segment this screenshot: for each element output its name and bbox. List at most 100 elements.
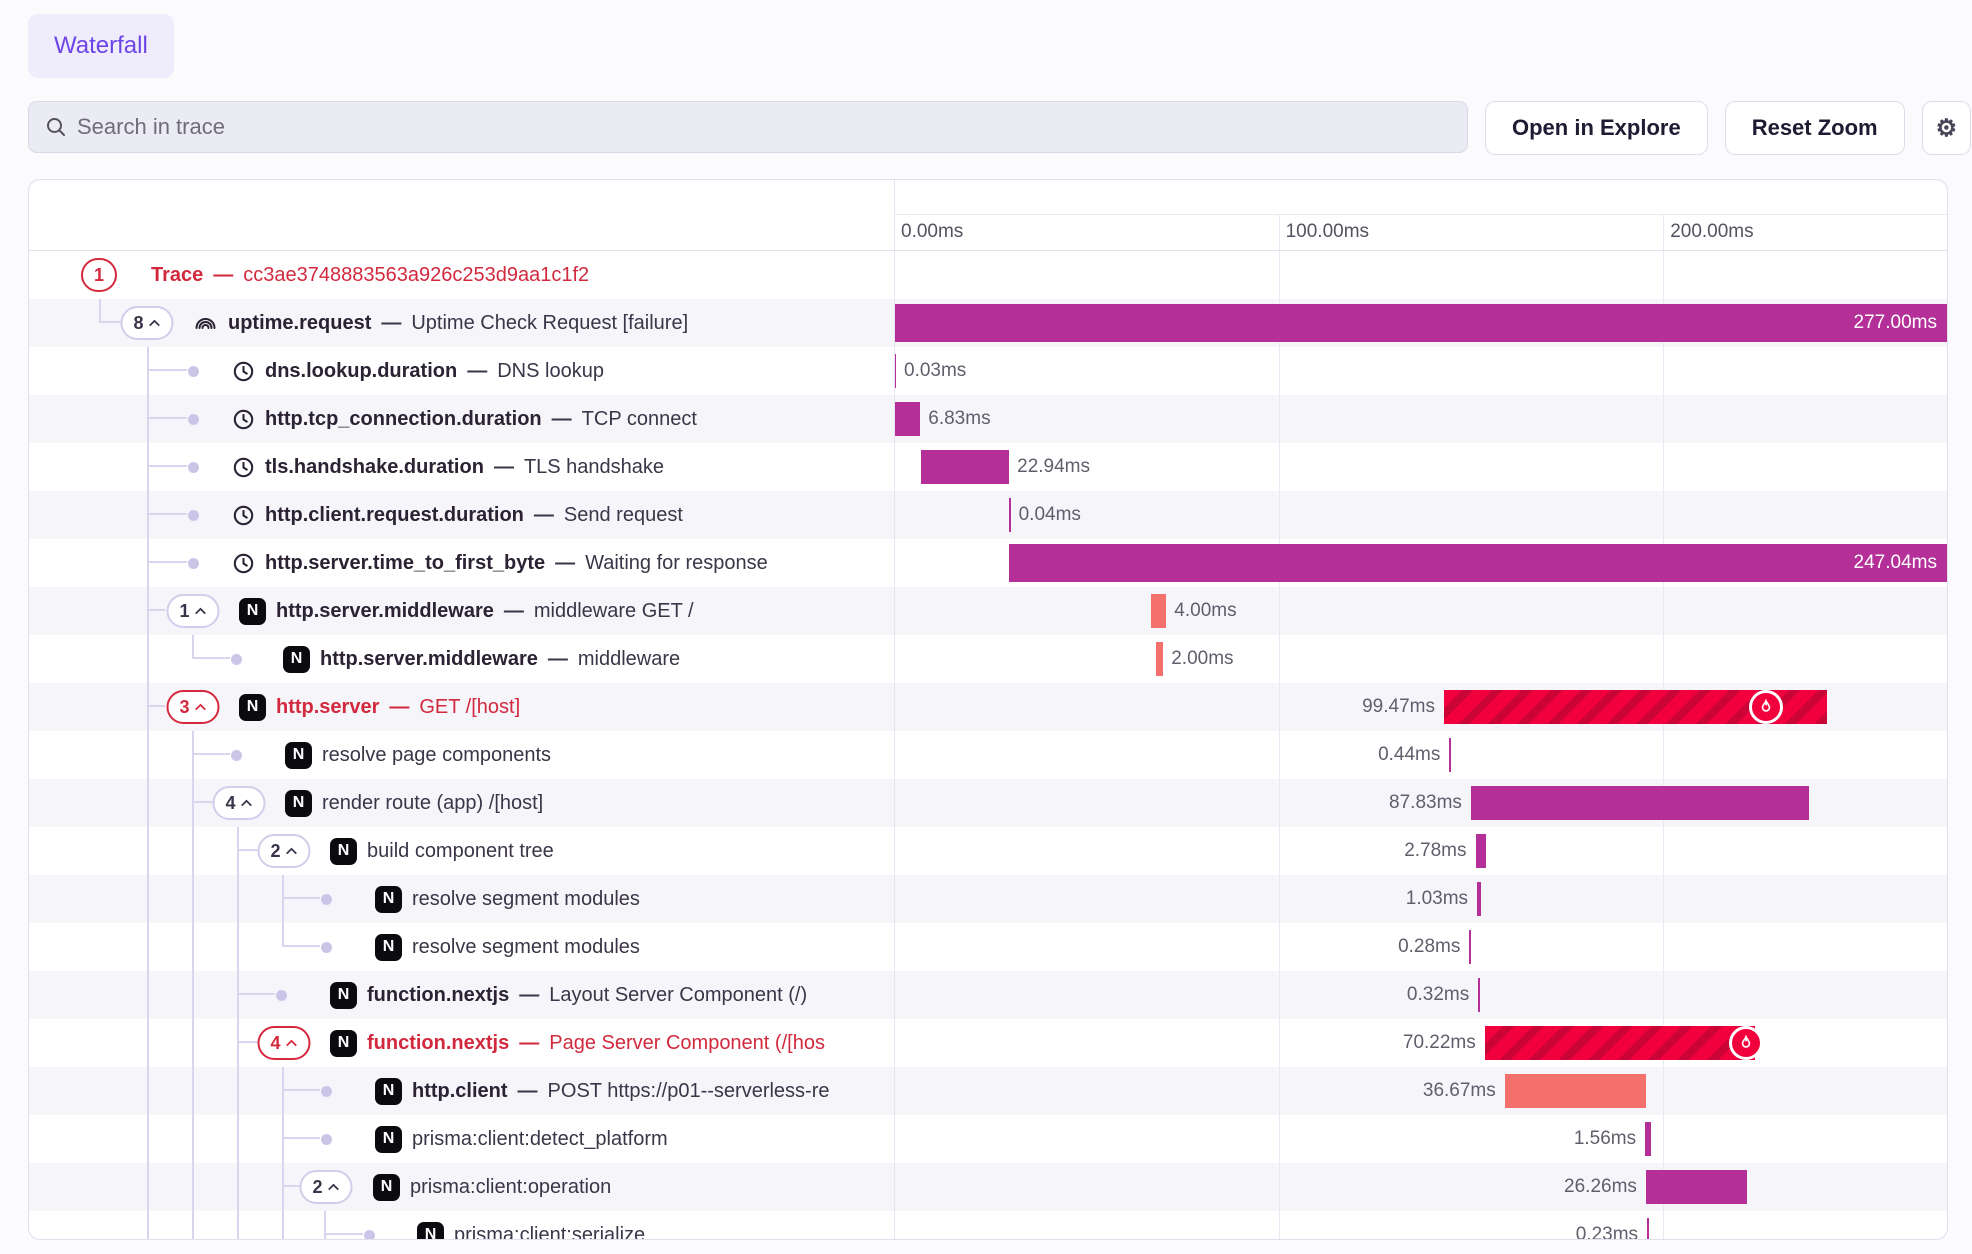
span-row-function.nextjs-layout[interactable]: Nfunction.nextjs—Layout Server Component… — [29, 971, 1948, 1019]
span-row-http.client-post[interactable]: Nhttp.client—POST https://p01--serverles… — [29, 1067, 1948, 1115]
span-description: GET /[host] — [419, 696, 520, 719]
duration-bar[interactable] — [1449, 738, 1451, 772]
duration-bar[interactable] — [921, 450, 1009, 484]
tree-elbow-vertical — [147, 347, 149, 395]
duration-bar[interactable] — [1009, 498, 1011, 532]
expand-badge[interactable]: 8 — [120, 306, 173, 340]
span-row-render-route-app-host[interactable]: 4Nrender route (app) /[host]87.83ms — [29, 779, 1948, 827]
span-row-build-component-tree[interactable]: 2Nbuild component tree2.78ms — [29, 827, 1948, 875]
span-row-http.server-get-host[interactable]: 3Nhttp.server—GET /[host]99.47ms — [29, 683, 1948, 731]
duration-bar[interactable] — [1478, 978, 1480, 1012]
duration-label: 26.26ms — [1564, 1163, 1637, 1211]
span-row-http.client.request.duration[interactable]: http.client.request.duration—Send reques… — [29, 491, 1948, 539]
duration-bar[interactable] — [1156, 642, 1164, 676]
span-row-tls.handshake.duration[interactable]: tls.handshake.duration—TLS handshake22.9… — [29, 443, 1948, 491]
expand-badge[interactable]: 1 — [81, 258, 117, 292]
duration-label: 0.04ms — [1019, 491, 1081, 539]
span-op: dns.lookup.duration — [265, 360, 457, 383]
duration-label: 0.03ms — [904, 347, 966, 395]
duration-bar[interactable] — [1477, 882, 1481, 916]
duration-bar[interactable] — [1471, 786, 1809, 820]
expand-badge[interactable]: 4 — [212, 786, 265, 820]
nextjs-icon: N — [239, 598, 266, 625]
tree-dot — [321, 942, 332, 953]
duration-bar[interactable] — [1646, 1170, 1747, 1204]
duration-bar[interactable] — [894, 304, 1948, 342]
span-row-resolve-segment-modules-1[interactable]: Nresolve segment modules1.03ms — [29, 875, 1948, 923]
duration-bar[interactable] — [1485, 1026, 1755, 1060]
span-description: render route (app) /[host] — [322, 792, 543, 815]
panel-divider[interactable] — [894, 180, 895, 1239]
duration-label: 36.67ms — [1423, 1067, 1496, 1115]
settings-button[interactable]: ⚙ — [1922, 101, 1972, 155]
duration-label: 0.32ms — [1407, 971, 1469, 1019]
duration-bar[interactable] — [1009, 544, 1948, 582]
tab-waterfall[interactable]: Waterfall — [28, 14, 174, 78]
separator: — — [518, 1080, 538, 1103]
separator: — — [389, 696, 409, 719]
span-row-resolve-page-components[interactable]: Nresolve page components0.44ms — [29, 731, 1948, 779]
duration-bar[interactable] — [1151, 594, 1166, 628]
duration-label: 6.83ms — [928, 395, 990, 443]
duration-bar[interactable] — [1505, 1074, 1646, 1108]
expand-badge[interactable]: 2 — [257, 834, 310, 868]
span-op: http.client.request.duration — [265, 504, 524, 527]
span-row-trace-root[interactable]: 1Trace—cc3ae3748883563a926c253d9aa1c1f2 — [29, 251, 1948, 299]
span-row-prisma-client-detect-platform[interactable]: Nprisma:client:detect_platform1.56ms — [29, 1115, 1948, 1163]
duration-bar[interactable] — [894, 402, 920, 436]
span-row-resolve-segment-modules-2[interactable]: Nresolve segment modules0.28ms — [29, 923, 1948, 971]
expand-badge[interactable]: 1 — [166, 594, 219, 628]
span-op: Trace — [151, 264, 203, 287]
tree-dot — [188, 414, 199, 425]
child-count: 3 — [179, 697, 189, 718]
fire-icon[interactable] — [1749, 690, 1783, 724]
separator: — — [555, 552, 575, 575]
span-label: Nbuild component tree — [330, 827, 1948, 875]
span-row-uptime.request[interactable]: 8uptime.request—Uptime Check Request [fa… — [29, 299, 1948, 347]
duration-label: 277.00ms — [1854, 299, 1937, 347]
span-row-dns.lookup.duration[interactable]: dns.lookup.duration—DNS lookup0.03ms — [29, 347, 1948, 395]
expand-badge[interactable]: 4 — [257, 1026, 310, 1060]
span-description: TCP connect — [582, 408, 697, 431]
duration-bar[interactable] — [1645, 1122, 1651, 1156]
duration-bar[interactable] — [1647, 1218, 1649, 1240]
toolbar: Search in trace Open in Explore Reset Zo… — [28, 101, 1944, 153]
tree-dot — [321, 894, 332, 905]
span-row-http.server.time_to_first_byte[interactable]: http.server.time_to_first_byte—Waiting f… — [29, 539, 1948, 587]
expand-badge[interactable]: 2 — [299, 1170, 352, 1204]
span-row-http.server.middleware-get[interactable]: 1Nhttp.server.middleware—middleware GET … — [29, 587, 1948, 635]
duration-label: 1.03ms — [1406, 875, 1468, 923]
search-input[interactable]: Search in trace — [28, 101, 1468, 153]
tree-guide — [282, 1211, 284, 1240]
nextjs-icon: N — [373, 1174, 400, 1201]
tree-elbow-horizontal — [147, 513, 187, 515]
duration-label: 87.83ms — [1389, 779, 1462, 827]
span-op: function.nextjs — [367, 984, 509, 1007]
tree-guide — [147, 1211, 149, 1240]
tree-guide — [237, 875, 239, 923]
tree-elbow-vertical — [147, 395, 149, 443]
tree-elbow-vertical — [282, 923, 284, 947]
span-row-prisma-client-serialize[interactable]: Nprisma:client:serialize0.23ms — [29, 1211, 1948, 1240]
duration-bar[interactable] — [1476, 834, 1487, 868]
fire-icon[interactable] — [1729, 1026, 1763, 1060]
tree-elbow-horizontal — [147, 417, 187, 419]
separator: — — [494, 456, 514, 479]
reset-zoom-button[interactable]: Reset Zoom — [1725, 101, 1905, 155]
span-description: TLS handshake — [524, 456, 664, 479]
tree-elbow-horizontal — [237, 993, 275, 995]
span-row-http.tcp_connection.duration[interactable]: http.tcp_connection.duration—TCP connect… — [29, 395, 1948, 443]
tree-elbow-horizontal — [237, 849, 258, 851]
expand-badge[interactable]: 3 — [166, 690, 219, 724]
tree-dot — [321, 1134, 332, 1145]
duration-bar[interactable] — [1469, 930, 1471, 964]
open-in-explore-button[interactable]: Open in Explore — [1485, 101, 1708, 155]
nextjs-icon: N — [375, 886, 402, 913]
span-row-function.nextjs-page[interactable]: 4Nfunction.nextjs—Page Server Component … — [29, 1019, 1948, 1067]
span-description: prisma:client:serialize — [454, 1224, 645, 1241]
nextjs-icon: N — [375, 1126, 402, 1153]
duration-label: 22.94ms — [1017, 443, 1090, 491]
span-row-prisma-client-operation[interactable]: 2Nprisma:client:operation26.26ms — [29, 1163, 1948, 1211]
duration-label: 1.56ms — [1574, 1115, 1636, 1163]
span-row-http.server.middleware[interactable]: Nhttp.server.middleware—middleware2.00ms — [29, 635, 1948, 683]
